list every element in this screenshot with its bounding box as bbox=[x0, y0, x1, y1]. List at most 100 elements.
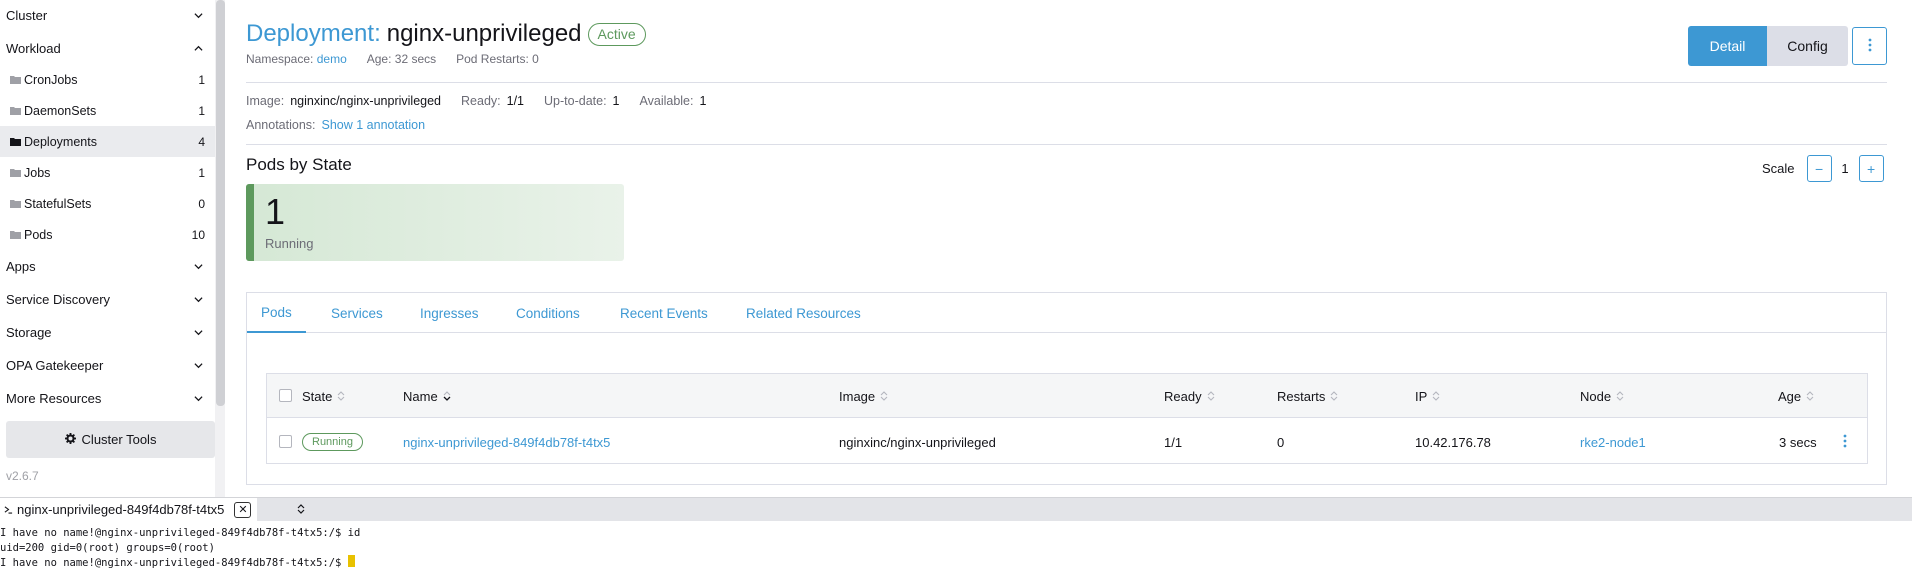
pod-restarts-info: Pod Restarts: 0 bbox=[456, 52, 539, 66]
scale-down-button[interactable]: − bbox=[1806, 155, 1832, 182]
cluster-tools-label: Cluster Tools bbox=[81, 432, 157, 447]
column-header-restarts[interactable]: Restarts bbox=[1277, 374, 1339, 418]
terminal-line: I have no name!@nginx-unprivileged-849f4… bbox=[0, 527, 361, 539]
pod-name-link[interactable]: nginx-unprivileged-849f4db78f-t4tx5 bbox=[403, 432, 610, 452]
nav-group-workload[interactable]: Workload bbox=[6, 38, 206, 58]
row-checkbox[interactable] bbox=[279, 435, 292, 448]
folder-icon bbox=[10, 168, 21, 177]
sidebar-item-deployments[interactable]: Deployments 4 bbox=[0, 126, 215, 157]
sidebar-item-cronjobs[interactable]: CronJobs 1 bbox=[0, 64, 215, 95]
kebab-menu-icon bbox=[1868, 38, 1872, 55]
image-info: Image: nginxinc/nginx-unprivileged bbox=[246, 94, 441, 108]
folder-icon bbox=[10, 230, 21, 239]
close-icon[interactable]: ✕ bbox=[234, 501, 252, 518]
sort-icon bbox=[879, 390, 889, 402]
detail-button[interactable]: Detail bbox=[1688, 26, 1767, 66]
uptodate-label: Up-to-date: bbox=[544, 94, 607, 108]
config-button[interactable]: Config bbox=[1767, 26, 1848, 66]
select-all-checkbox[interactable] bbox=[279, 389, 292, 402]
nav-group-label: Workload bbox=[6, 40, 61, 56]
folder-icon bbox=[10, 75, 21, 84]
available-info: Available: 1 bbox=[640, 94, 707, 108]
namespace-link[interactable]: demo bbox=[317, 52, 347, 66]
sidebar-item-label: DaemonSets bbox=[24, 103, 97, 118]
column-header-label: Name bbox=[403, 388, 438, 404]
sidebar-item-statefulsets[interactable]: StatefulSets 0 bbox=[0, 188, 215, 219]
pod-age-cell: 3 secs bbox=[1779, 434, 1817, 450]
terminal-line: I have no name!@nginx-unprivileged-849f4… bbox=[0, 557, 348, 569]
column-header-label: State bbox=[302, 388, 333, 404]
sidebar-item-label: Pods bbox=[24, 227, 53, 242]
tab-ingresses[interactable]: Ingresses bbox=[420, 293, 479, 333]
chevron-down-icon bbox=[190, 291, 206, 307]
divider bbox=[246, 82, 1887, 83]
sort-icon bbox=[1329, 390, 1339, 402]
namespace-label: Namespace: bbox=[246, 52, 314, 66]
pod-state-cell: Running bbox=[302, 432, 363, 452]
sort-icon bbox=[336, 390, 346, 402]
table-header: State Name Image Ready Restarts IP Node … bbox=[267, 374, 1867, 418]
show-annotations-link[interactable]: Show 1 annotation bbox=[322, 118, 426, 132]
resource-kind-link[interactable]: Deployment: bbox=[246, 20, 381, 48]
nav-group-apps[interactable]: Apps bbox=[6, 256, 206, 276]
tab-related-resources[interactable]: Related Resources bbox=[746, 293, 861, 333]
sidebar-item-label: StatefulSets bbox=[24, 196, 92, 211]
column-header-label: Age bbox=[1778, 388, 1802, 404]
pods-by-state-title: Pods by State bbox=[246, 155, 352, 174]
pod-node-link[interactable]: rke2-node1 bbox=[1580, 432, 1646, 452]
nav-group-label: Apps bbox=[6, 258, 36, 274]
uptodate-info: Up-to-date: 1 bbox=[544, 94, 619, 108]
chevron-down-icon bbox=[190, 357, 206, 373]
running-state-card: 1 Running bbox=[246, 184, 624, 261]
ready-value: 1/1 bbox=[506, 94, 525, 108]
column-header-ip[interactable]: IP bbox=[1415, 374, 1441, 418]
available-value: 1 bbox=[699, 94, 707, 108]
column-header-ready[interactable]: Ready bbox=[1164, 374, 1216, 418]
pod-image-cell: nginxinc/nginx-unprivileged bbox=[839, 434, 996, 450]
column-header-label: IP bbox=[1415, 388, 1428, 404]
tab-recent-events[interactable]: Recent Events bbox=[620, 293, 708, 333]
available-label: Available: bbox=[639, 94, 694, 108]
column-header-age[interactable]: Age bbox=[1778, 374, 1815, 418]
terminal-output[interactable]: I have no name!@nginx-unprivileged-849f4… bbox=[0, 521, 1912, 576]
scale-up-button[interactable]: + bbox=[1858, 155, 1884, 182]
nav-group-label: More Resources bbox=[6, 390, 102, 406]
tab-services[interactable]: Services bbox=[331, 293, 383, 333]
state-label: Running bbox=[265, 236, 314, 251]
nav-group-more-resources[interactable]: More Resources bbox=[6, 388, 206, 408]
expand-terminal-icon[interactable] bbox=[293, 501, 309, 517]
column-header-label: Restarts bbox=[1277, 388, 1326, 404]
scale-value: 1 bbox=[1841, 161, 1849, 176]
chevron-down-icon bbox=[190, 390, 206, 406]
tab-pods[interactable]: Pods bbox=[247, 293, 306, 333]
sidebar-item-jobs[interactable]: Jobs 1 bbox=[0, 157, 215, 188]
row-actions-button[interactable] bbox=[1838, 432, 1852, 452]
nav-group-opa-gatekeeper[interactable]: OPA Gatekeeper bbox=[6, 355, 206, 375]
column-header-image[interactable]: Image bbox=[839, 374, 889, 418]
sidebar: Cluster Workload CronJobs 1 DaemonSets 1… bbox=[0, 0, 215, 497]
sidebar-item-count: 1 bbox=[198, 103, 205, 118]
column-header-node[interactable]: Node bbox=[1580, 374, 1625, 418]
sidebar-item-daemonsets[interactable]: DaemonSets 1 bbox=[0, 95, 215, 126]
column-header-state[interactable]: State bbox=[302, 374, 346, 418]
column-header-label: Image bbox=[839, 388, 876, 404]
column-header-name[interactable]: Name bbox=[403, 374, 452, 418]
kebab-menu-icon bbox=[1843, 434, 1847, 451]
nav-group-cluster[interactable]: Cluster bbox=[6, 5, 206, 25]
sidebar-item-count: 0 bbox=[198, 196, 205, 211]
chevron-down-icon bbox=[190, 258, 206, 274]
sidebar-scrollbar-thumb[interactable] bbox=[216, 0, 225, 406]
more-actions-button[interactable] bbox=[1852, 27, 1887, 65]
resource-subline: Namespace: demo Age: 32 secs Pod Restart… bbox=[246, 52, 539, 66]
tab-conditions[interactable]: Conditions bbox=[516, 293, 580, 333]
terminal-tab[interactable]: nginx-unprivileged-849f4db78f-t4tx5 ✕ bbox=[0, 498, 258, 521]
nav-group-service-discovery[interactable]: Service Discovery bbox=[6, 289, 206, 309]
state-count: 1 bbox=[265, 191, 286, 232]
running-status-badge: Running bbox=[302, 433, 363, 451]
sidebar-item-label: Deployments bbox=[24, 134, 97, 149]
folder-open-icon bbox=[10, 137, 21, 146]
sidebar-item-pods[interactable]: Pods 10 bbox=[0, 219, 215, 250]
chevron-down-icon bbox=[190, 324, 206, 340]
nav-group-storage[interactable]: Storage bbox=[6, 322, 206, 342]
cluster-tools-button[interactable]: Cluster Tools bbox=[6, 421, 215, 458]
